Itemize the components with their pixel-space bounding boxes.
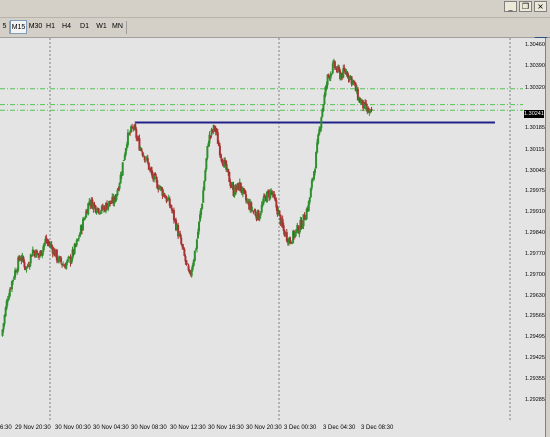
- timeframe-h1-button[interactable]: H1: [45, 20, 56, 34]
- price-label: 1.30390: [525, 63, 545, 69]
- current-price-label: 1.30241: [524, 110, 544, 118]
- bull-candle: [121, 162, 124, 176]
- bear-candle: [278, 210, 281, 215]
- time-label: 30 Nov 12:30: [170, 425, 206, 431]
- bull-candle: [308, 197, 311, 202]
- timeframe-toolbar: 5 M15 M30 H1 H4 D1 W1 MN: [0, 18, 550, 51]
- bull-candle: [202, 190, 205, 203]
- bear-candle: [180, 237, 183, 245]
- bull-candle: [331, 63, 334, 74]
- time-label: 3 Dec 08:30: [361, 425, 394, 431]
- time-label: 6:30: [0, 425, 12, 431]
- timeframe-h4-button[interactable]: H4: [61, 20, 72, 34]
- price-label: 1.30460: [525, 42, 545, 48]
- timeframe-m15-button[interactable]: M15: [10, 20, 27, 34]
- candlestick-chart[interactable]: [0, 38, 523, 422]
- timeframe-m5-button[interactable]: 5: [0, 20, 9, 34]
- bull-candle: [201, 203, 204, 209]
- price-label: 1.29840: [525, 230, 545, 236]
- time-label: 30 Nov 20:30: [246, 425, 282, 431]
- time-label: 30 Nov 04:30: [93, 425, 129, 431]
- price-label: 1.29425: [525, 355, 545, 361]
- time-label: 30 Nov 16:30: [208, 425, 244, 431]
- vertical-scrollbar[interactable]: [545, 38, 550, 437]
- price-label: 1.30320: [525, 85, 545, 91]
- timeframe-mn-button[interactable]: MN: [111, 20, 124, 34]
- bear-candle: [219, 154, 222, 159]
- price-label: 1.29910: [525, 209, 545, 215]
- bull-candle: [322, 104, 325, 111]
- bull-candle: [77, 237, 80, 239]
- time-label: 30 Nov 00:30: [55, 425, 91, 431]
- restore-button[interactable]: ❐: [519, 1, 532, 12]
- timeframe-d1-button[interactable]: D1: [79, 20, 90, 34]
- timeframe-m30-button[interactable]: M30: [28, 20, 43, 34]
- bear-candle: [289, 241, 292, 243]
- price-label: 1.30115: [525, 147, 545, 153]
- price-label: 1.29630: [525, 293, 545, 299]
- bear-candle: [146, 158, 149, 163]
- close-button[interactable]: ×: [534, 1, 547, 12]
- timeframe-w1-button[interactable]: W1: [96, 20, 107, 34]
- bull-candle: [259, 213, 262, 216]
- time-label: 30 Nov 08:30: [131, 425, 167, 431]
- chart-area[interactable]: [0, 38, 523, 422]
- bull-candle: [204, 170, 207, 181]
- bear-candle: [254, 211, 257, 216]
- bear-candle: [36, 250, 39, 253]
- price-label: 1.29495: [525, 334, 545, 340]
- price-label: 1.30045: [525, 168, 545, 174]
- bull-candle: [193, 250, 196, 261]
- bear-candle: [185, 260, 188, 263]
- bull-candle: [320, 117, 323, 129]
- bull-candle: [317, 134, 320, 144]
- toolbar-separator: [126, 21, 127, 34]
- price-label: 1.29770: [525, 251, 545, 257]
- bull-candle: [8, 289, 11, 297]
- bear-candle: [97, 208, 100, 213]
- time-label: 3 Dec 04:30: [323, 425, 356, 431]
- price-label: 1.29285: [525, 397, 545, 403]
- price-label: 1.30185: [525, 125, 545, 131]
- bull-candle: [84, 217, 87, 220]
- bear-candle: [370, 108, 373, 111]
- bull-candle: [206, 146, 209, 159]
- bull-candle: [195, 239, 198, 249]
- price-label: 1.29355: [525, 376, 545, 382]
- bull-candle: [11, 279, 14, 282]
- price-label: 1.29565: [525, 313, 545, 319]
- minimize-button[interactable]: _: [504, 1, 517, 12]
- time-label: 29 Nov 20:30: [15, 425, 51, 431]
- bear-candle: [60, 257, 63, 263]
- price-axis: 1.30460 1.30390 1.30320 1.30241 1.30185 …: [523, 38, 545, 422]
- time-axis: 6:30 29 Nov 20:30 30 Nov 00:30 30 Nov 04…: [0, 422, 545, 437]
- bull-candle: [314, 169, 317, 173]
- window-titlebar: _ ❐ ×: [0, 0, 550, 18]
- window-controls: _ ❐ ×: [504, 1, 547, 12]
- bear-candle: [140, 148, 143, 152]
- bull-candle: [118, 183, 121, 189]
- price-label: 1.29700: [525, 272, 545, 278]
- time-label: 3 Dec 00:30: [284, 425, 317, 431]
- bull-candle: [315, 151, 318, 169]
- price-label: 1.29975: [525, 188, 545, 194]
- bull-candle: [203, 181, 206, 191]
- bull-candle: [198, 221, 201, 232]
